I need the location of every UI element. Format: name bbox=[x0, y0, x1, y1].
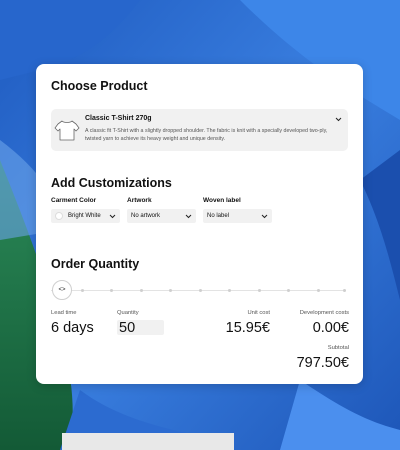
garment-color-label: Carment Color bbox=[51, 197, 97, 204]
garment-color-value: Bright White bbox=[68, 213, 101, 219]
woven-label-value: No label bbox=[207, 213, 230, 219]
quantity-input[interactable]: 50 bbox=[117, 320, 164, 336]
artwork-group: Artwork No artwork bbox=[127, 197, 196, 223]
subtotal-label: Subtotal bbox=[327, 345, 349, 351]
arrows-horizontal-icon: <> bbox=[58, 287, 66, 293]
lead-time: Lead time 6 days bbox=[51, 310, 94, 336]
chevron-down-icon bbox=[185, 214, 192, 219]
product-description: A classic fit T-Shirt with a slightly dr… bbox=[85, 128, 328, 142]
add-customizations-heading: Add Customizations bbox=[51, 176, 172, 190]
slider-tick bbox=[258, 289, 261, 292]
quantity: Quantity 50 bbox=[117, 310, 164, 336]
lead-time-label: Lead time bbox=[51, 310, 77, 316]
slider-tick bbox=[81, 289, 84, 292]
quantity-label: Quantity bbox=[117, 310, 139, 316]
background-light-strip bbox=[62, 433, 234, 450]
development-costs: Development costs 0.00€ bbox=[300, 310, 349, 336]
subtotal: Subtotal 797.50€ bbox=[297, 345, 349, 371]
garment-color-select[interactable]: Bright White bbox=[51, 209, 120, 223]
unit-cost: Unit cost 15.95€ bbox=[226, 310, 270, 336]
chevron-down-icon bbox=[261, 214, 268, 219]
slider-tick bbox=[343, 289, 346, 292]
quantity-slider-track[interactable] bbox=[51, 289, 346, 292]
product-title: Classic T-Shirt 270g bbox=[85, 115, 152, 122]
quantity-slider-handle[interactable]: <> bbox=[52, 280, 72, 300]
woven-label-group: Woven label No label bbox=[203, 197, 272, 223]
product-selector[interactable]: Classic T-Shirt 270g A classic fit T-Shi… bbox=[51, 109, 348, 151]
chevron-down-icon[interactable] bbox=[335, 117, 342, 122]
slider-tick bbox=[317, 289, 320, 292]
order-quantity-heading: Order Quantity bbox=[51, 257, 140, 271]
quantity-value: 50 bbox=[119, 320, 136, 336]
slider-tick bbox=[199, 289, 202, 292]
choose-product-heading: Choose Product bbox=[51, 79, 148, 93]
slider-tick bbox=[110, 289, 113, 292]
garment-color-group: Carment Color Bright White bbox=[51, 197, 120, 223]
customizations-row: Carment Color Bright White Artwork No ar… bbox=[51, 197, 351, 227]
slider-tick bbox=[140, 289, 143, 292]
development-costs-label: Development costs bbox=[299, 310, 349, 316]
color-swatch bbox=[55, 212, 63, 220]
slider-tick bbox=[287, 289, 290, 292]
development-costs-value: 0.00€ bbox=[312, 320, 349, 336]
tshirt-icon bbox=[54, 120, 80, 141]
slider-tick bbox=[228, 289, 231, 292]
artwork-label: Artwork bbox=[127, 197, 152, 204]
woven-label-select[interactable]: No label bbox=[203, 209, 272, 223]
unit-cost-label: Unit cost bbox=[247, 310, 270, 316]
unit-cost-value: 15.95€ bbox=[225, 320, 270, 336]
artwork-select[interactable]: No artwork bbox=[127, 209, 196, 223]
product-configurator-card: Choose Product Classic T-Shirt 270g A cl… bbox=[36, 64, 363, 384]
woven-label-label: Woven label bbox=[203, 197, 241, 204]
chevron-down-icon bbox=[109, 214, 116, 219]
subtotal-value: 797.50€ bbox=[296, 355, 349, 371]
artwork-value: No artwork bbox=[131, 213, 161, 219]
lead-time-value: 6 days bbox=[51, 320, 94, 336]
slider-tick bbox=[169, 289, 172, 292]
